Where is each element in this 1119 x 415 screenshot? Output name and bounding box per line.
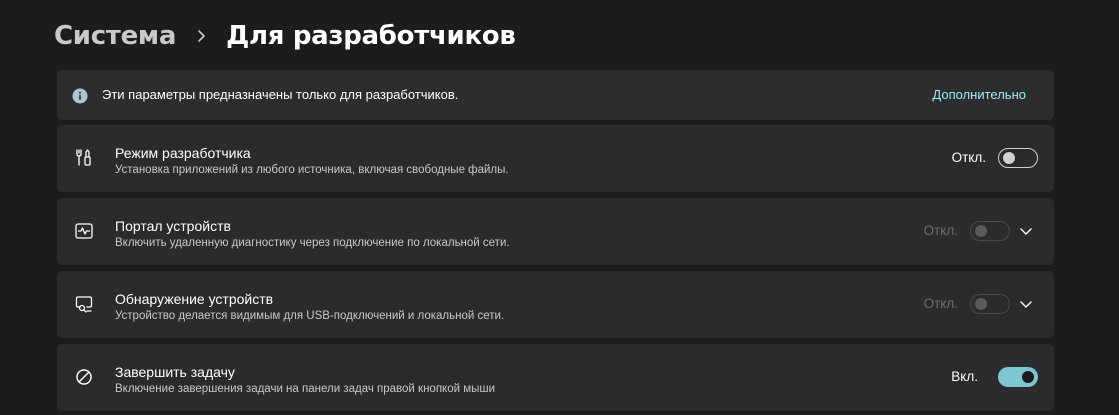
toggle-knob xyxy=(975,225,987,237)
chevron-down-icon[interactable] xyxy=(1018,223,1034,239)
developer-tools-icon xyxy=(74,148,94,168)
end-task-icon xyxy=(74,367,94,387)
end-task-toggle[interactable] xyxy=(998,367,1038,387)
setting-description: Установка приложений из любого источника… xyxy=(115,164,509,176)
info-icon xyxy=(72,88,88,104)
setting-device-discovery[interactable]: Обнаружение устройств Устройство делаетс… xyxy=(57,271,1054,338)
device-portal-toggle[interactable] xyxy=(970,221,1010,241)
setting-end-task: Завершить задачу Включение завершения за… xyxy=(57,344,1054,411)
info-bar: Эти параметры предназначены только для р… xyxy=(57,70,1054,120)
settings-page: Система Для разработчиков Эти параметры … xyxy=(0,0,1119,415)
setting-title: Режим разработчика xyxy=(115,145,251,161)
setting-developer-mode: Режим разработчика Установка приложений … xyxy=(57,125,1054,192)
breadcrumb-parent-link[interactable]: Система xyxy=(54,21,176,51)
toggle-state-label: Вкл. xyxy=(951,369,978,384)
toggle-knob xyxy=(975,298,987,310)
setting-description: Устройство делается видимым для USB-подк… xyxy=(115,310,505,322)
chevron-right-icon xyxy=(190,25,212,47)
setting-device-portal[interactable]: Портал устройств Включить удаленную диаг… xyxy=(57,198,1054,265)
setting-title: Обнаружение устройств xyxy=(115,291,274,307)
device-portal-icon xyxy=(74,221,94,241)
device-discovery-toggle[interactable] xyxy=(970,294,1010,314)
page-title: Для разработчиков xyxy=(226,21,516,51)
developer-mode-toggle[interactable] xyxy=(998,148,1038,168)
chevron-down-icon[interactable] xyxy=(1018,296,1034,312)
toggle-state-label: Откл. xyxy=(923,223,958,238)
setting-title: Портал устройств xyxy=(115,218,231,234)
setting-description: Включение завершения задачи на панели за… xyxy=(115,383,496,395)
toggle-state-label: Откл. xyxy=(923,296,958,311)
more-info-link[interactable]: Дополнительно xyxy=(932,87,1026,102)
toggle-state-label: Откл. xyxy=(951,150,986,165)
toggle-knob xyxy=(1003,152,1015,164)
breadcrumb: Система Для разработчиков xyxy=(54,18,516,54)
info-message: Эти параметры предназначены только для р… xyxy=(102,87,459,102)
setting-title: Завершить задачу xyxy=(115,364,235,380)
setting-description: Включить удаленную диагностику через под… xyxy=(115,237,510,249)
device-discovery-icon xyxy=(74,294,94,314)
toggle-knob xyxy=(1022,371,1034,383)
